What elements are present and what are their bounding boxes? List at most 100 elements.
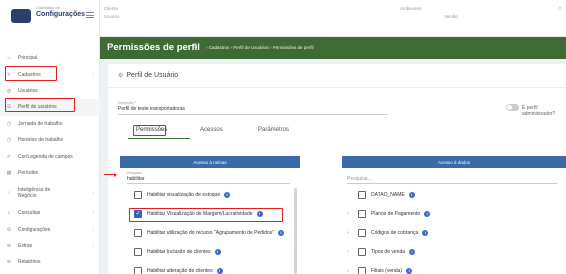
dado-item[interactable]: DATAO_NAME i: [347, 191, 415, 199]
sidebar-item[interactable]: ◍ Usuários: [0, 83, 100, 99]
info-icon[interactable]: i: [216, 268, 223, 274]
highlight-perfil-usuarios: [5, 98, 75, 112]
sidebar-item[interactable]: ◷ Horários de trabalho: [0, 132, 100, 148]
highlight-tab-permissoes: [133, 125, 166, 136]
sidebar-item-label: Consultas: [18, 210, 41, 217]
rotina-item[interactable]: Habilitar utilização do recurso "Agrupam…: [134, 229, 284, 237]
chevron-right-icon: ›: [92, 71, 94, 78]
dado-checkbox[interactable]: [358, 248, 366, 256]
info-icon[interactable]: i: [224, 192, 231, 198]
info-icon[interactable]: i: [277, 230, 284, 236]
logo-subtitle: Cadastros de: [36, 5, 60, 10]
home-top-icon[interactable]: ⌂: [558, 6, 562, 12]
rotina-label: Habilitar utilização do recurso "Agrupam…: [147, 230, 274, 236]
description-field[interactable]: Perfil de teste transportadoras: [118, 106, 185, 112]
dado-label: DATAO_NAME: [371, 192, 405, 198]
dado-label: Tipos de venda: [371, 249, 406, 255]
info-icon[interactable]: i: [409, 249, 416, 255]
app-root: Cadastros de Configurações ⌂ Principal ✎ Ca…: [0, 0, 566, 274]
sidebar-item[interactable]: ⌂ Principal: [0, 50, 100, 66]
sidebar-item-label: Cor/Legenda de campos: [18, 153, 73, 160]
sidebar-item-label: Jornada de trabalho: [18, 120, 63, 127]
rotina-item[interactable]: Habilitar visualização de estoque i: [134, 191, 231, 199]
plus-icon: ⊕: [6, 243, 12, 250]
info-icon[interactable]: i: [424, 211, 431, 217]
sidebar-nav: ⌂ Principal ✎ Cadastros › ◍ Usuários ☰ Perfil de…: [0, 50, 100, 271]
logo-title: Configurações: [36, 11, 86, 18]
users-icon: ◍: [6, 87, 12, 94]
admin-toggle-label: É perfil administrador?: [522, 105, 556, 117]
rotinas-scrollbar[interactable]: [294, 188, 297, 274]
bulb-icon: ♁: [7, 190, 11, 197]
tab-parametros[interactable]: Parâmetros: [258, 127, 289, 133]
info-icon[interactable]: i: [214, 249, 221, 255]
card-title: ⚙ Perfil de Usuário: [118, 72, 178, 79]
report-icon: ⊛: [6, 259, 12, 266]
dado-item[interactable]: › Planos de Pagamento i: [347, 210, 431, 218]
rotina-item[interactable]: Habilitar Inclusão de clientes i: [134, 248, 221, 256]
search-icon: ⌕: [7, 210, 11, 217]
sidebar-item-label: Relatórios: [18, 259, 41, 266]
breadcrumb[interactable]: › Cadastros › Perfil de Usuários › Permi…: [206, 45, 314, 50]
info-icon[interactable]: i: [422, 230, 429, 236]
dado-item[interactable]: › Filiais (venda) i: [347, 267, 413, 274]
chevron-right-icon[interactable]: ›: [347, 211, 355, 217]
sidebar-item[interactable]: ⊛ Relatórios: [0, 254, 100, 270]
chevron-right-icon[interactable]: ›: [347, 249, 355, 255]
app-logo[interactable]: [11, 9, 31, 23]
divider: [108, 87, 566, 88]
dado-item[interactable]: › Códigos de cobrança i: [347, 229, 429, 237]
dado-item[interactable]: › Tipos de venda i: [347, 248, 416, 256]
sidebar-item-label: Períodos: [18, 169, 39, 176]
breadcrumb-home-icon[interactable]: ⌂: [193, 43, 197, 50]
dados-search-input[interactable]: Pesquisa...: [347, 176, 372, 182]
sidebar-item[interactable]: ⊕ Extras ›: [0, 238, 100, 254]
sidebar-item-label: Inteligência de Negócio: [18, 187, 51, 200]
tab-acessos[interactable]: Acessos: [200, 127, 223, 133]
rotina-checkbox[interactable]: [134, 248, 142, 256]
sidebar-item[interactable]: ⌕ Consultas ›: [0, 205, 100, 221]
rotina-checkbox[interactable]: [134, 191, 142, 199]
sidebar-item[interactable]: ⚙ Configurações ›: [0, 222, 100, 238]
dado-checkbox[interactable]: [358, 210, 366, 218]
dado-checkbox[interactable]: [358, 191, 366, 199]
dado-label: Códigos de cobrança: [371, 230, 419, 236]
rotina-label: Habilitar Inclusão de clientes: [147, 249, 211, 255]
dados-panel-header: Acesso à dados: [342, 156, 566, 168]
sidebar: Cadastros de Configurações ⌂ Principal ✎ Ca…: [0, 0, 100, 274]
admin-toggle[interactable]: [506, 104, 519, 111]
description-underline: [118, 114, 388, 115]
menu-toggle-icon[interactable]: [86, 12, 94, 18]
info-icon[interactable]: i: [406, 268, 413, 274]
page-title-bar: Permissões de perfil ⌂ › Cadastros › Per…: [100, 37, 566, 59]
clock-icon: ◷: [6, 137, 12, 144]
info-icon[interactable]: i: [408, 192, 415, 198]
rotinas-panel: Pesquisa habilitar Habilitar visualizaçã…: [120, 168, 300, 274]
sidebar-item[interactable]: ✐ Cor/Legenda de campos: [0, 148, 100, 164]
home-icon: ⌂: [7, 55, 11, 62]
rotina-item[interactable]: Habilitar alteração de clientes i: [134, 267, 223, 274]
sidebar-item[interactable]: ♁ Inteligência de Negócio ›: [0, 181, 100, 205]
rotinas-search-input[interactable]: habilitar: [127, 176, 145, 182]
dados-panel: Pesquisa... DATAO_NAME i › Planos de Pagame…: [342, 168, 566, 274]
highlight-cadastros: [5, 66, 57, 81]
gear-icon: ⚙: [6, 226, 12, 233]
rotina-checkbox[interactable]: [134, 229, 142, 237]
chevron-right-icon[interactable]: ›: [347, 230, 355, 236]
profile-card: ⚙ Perfil de Usuário Descrição * Perfil de…: [108, 64, 566, 274]
red-arrow-annotation: [104, 172, 117, 177]
dado-checkbox[interactable]: [358, 229, 366, 237]
dado-checkbox[interactable]: [358, 267, 366, 274]
sidebar-item[interactable]: ▦ Períodos: [0, 165, 100, 181]
rotina-checkbox[interactable]: [134, 267, 142, 274]
rotina-label: Habilitar visualização de estoque: [147, 192, 221, 198]
sidebar-item-label: Principal: [18, 55, 38, 62]
client-label: Cliente: [104, 6, 119, 11]
sidebar-item-label: Extras: [18, 243, 33, 250]
brush-icon: ✐: [6, 153, 12, 160]
sidebar-item[interactable]: ◷ Jornada de trabalho: [0, 116, 100, 132]
chevron-right-icon: ›: [92, 226, 94, 233]
chevron-right-icon: ›: [92, 243, 94, 250]
highlight-margem-item: [129, 208, 283, 222]
chevron-right-icon[interactable]: ›: [347, 268, 355, 274]
